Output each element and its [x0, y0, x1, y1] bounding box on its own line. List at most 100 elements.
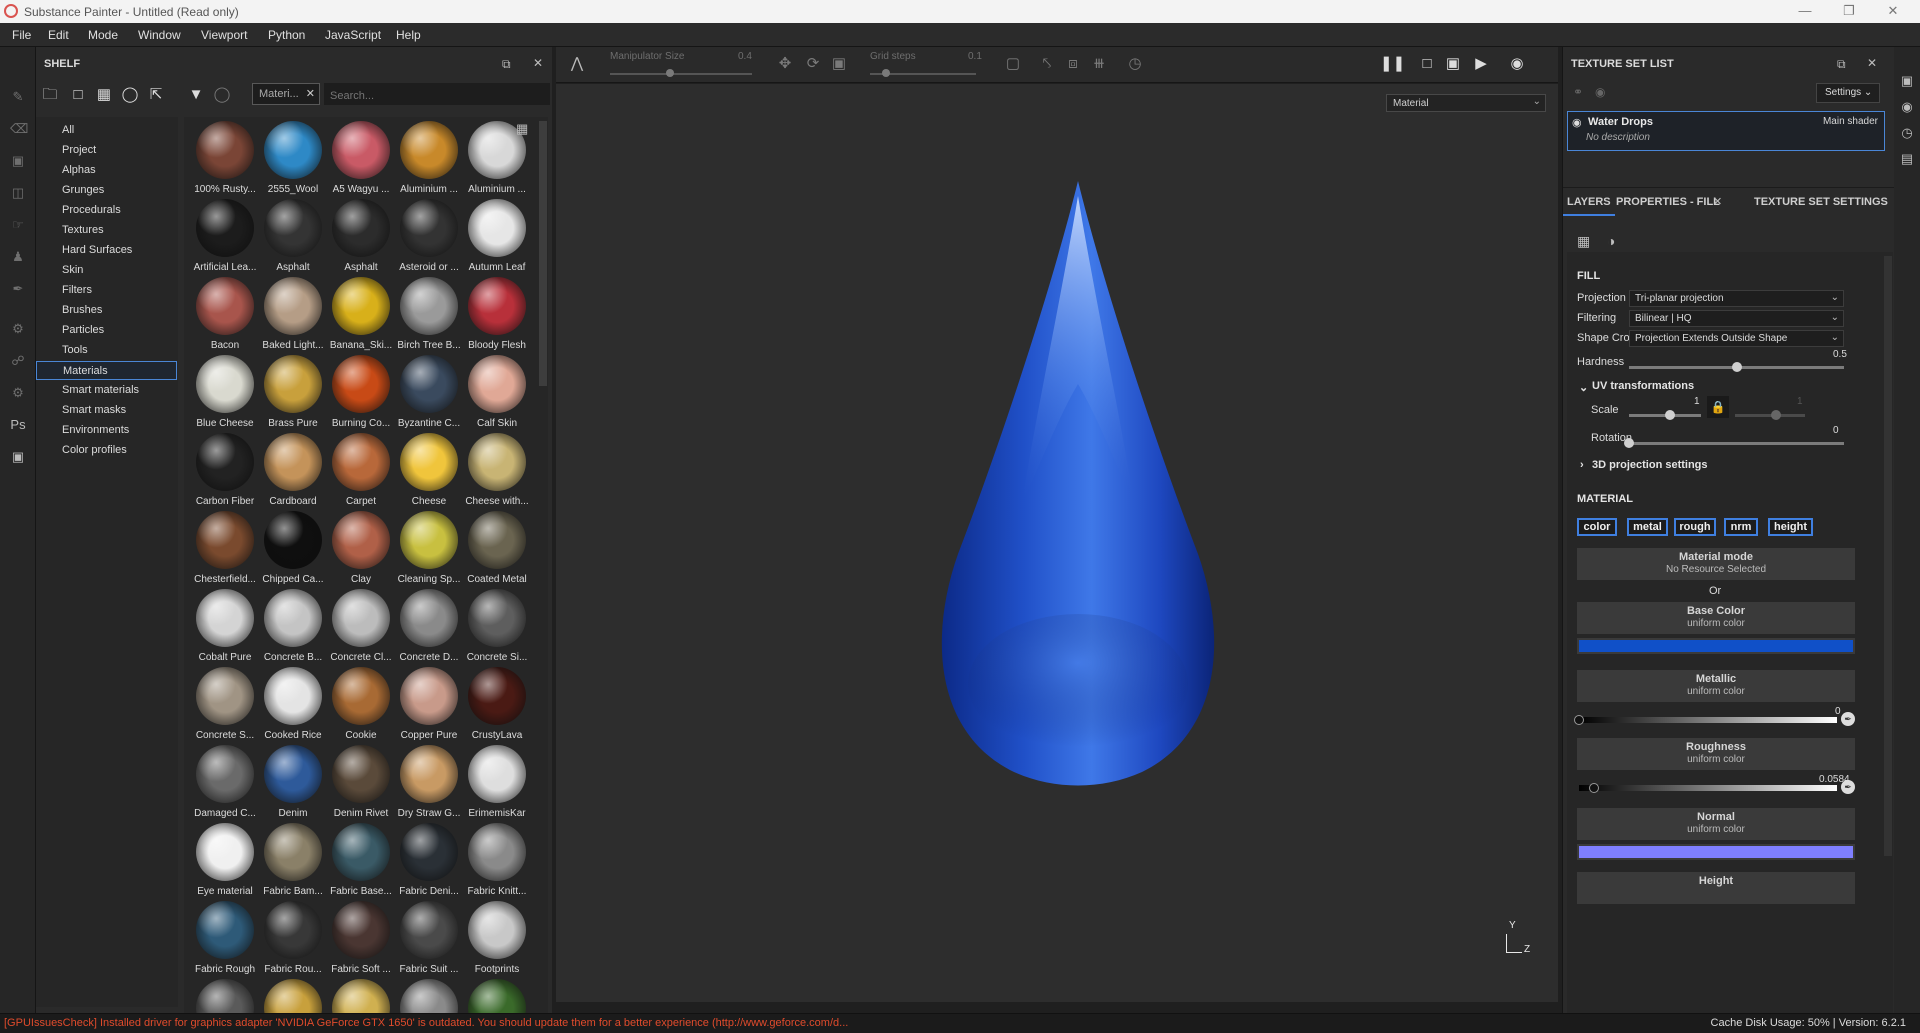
category-project[interactable]: Project	[36, 141, 177, 160]
material-tile[interactable]: Fabric Suit ...	[390, 901, 458, 979]
material-tile[interactable]: Cobalt Pure	[186, 589, 254, 667]
filter-chip[interactable]: Materi... ✕	[252, 83, 320, 105]
shader-settings-icon[interactable]: ◉	[1899, 99, 1915, 115]
material-tile[interactable]: Fabric Bam...	[254, 823, 323, 901]
hide-icon[interactable]: ◯	[120, 85, 140, 105]
material-tile[interactable]: ErimemisKar	[458, 745, 526, 823]
material-tile[interactable]: Cooked Rice	[254, 667, 322, 745]
photoshop-icon[interactable]: Ps	[10, 417, 26, 433]
grid-view-icon[interactable]: ▦	[516, 121, 528, 137]
material-tile[interactable]: Asteroid or ...	[390, 199, 459, 277]
cube-icon[interactable]: ▢	[1004, 55, 1022, 73]
roughness-knob[interactable]	[1589, 783, 1600, 793]
material-tile[interactable]: Cheese with...	[458, 433, 529, 511]
rotate-icon[interactable]: ⟳	[804, 55, 822, 73]
history-icon[interactable]: ◷	[1126, 55, 1144, 73]
align-icon[interactable]: ⤣	[1038, 55, 1056, 73]
scale-value[interactable]: 1	[1694, 396, 1700, 407]
shelf-search-input[interactable]	[324, 83, 550, 105]
category-textures[interactable]: Textures	[36, 221, 177, 240]
visibility-icon[interactable]: ◉	[1595, 85, 1605, 99]
material-tile[interactable]: Blue Cheese	[186, 355, 254, 433]
channel-height-toggle[interactable]: height	[1768, 518, 1813, 536]
send-to-icon[interactable]: ▣	[10, 449, 26, 465]
material-tile[interactable]: Fabric Base...	[322, 823, 392, 901]
status-error-message[interactable]: [GPUIssuesCheck] Installed driver for gr…	[4, 1017, 1104, 1029]
scale-knob[interactable]	[1665, 410, 1675, 420]
material-tile[interactable]: Asphalt	[254, 199, 322, 277]
tsl-close-icon[interactable]: ✕	[1867, 56, 1877, 70]
material-tile[interactable]: Footprints	[458, 901, 526, 979]
rotation-slider[interactable]	[1629, 442, 1844, 445]
tab-layers[interactable]: LAYERS	[1567, 196, 1611, 208]
material-tile[interactable]: Cheese	[390, 433, 458, 511]
channel-nrm-toggle[interactable]: nrm	[1724, 518, 1758, 536]
pause-icon[interactable]: ❚❚	[1380, 55, 1405, 73]
material-tile[interactable]: 100% Rusty...	[186, 121, 256, 199]
channel-rough-toggle[interactable]: rough	[1674, 518, 1716, 536]
history-icon[interactable]: ◷	[1899, 125, 1915, 141]
tab-texture-set-settings[interactable]: TEXTURE SET SETTINGS	[1754, 196, 1888, 208]
minimize-icon[interactable]: —	[1792, 2, 1818, 20]
material-tile[interactable]: Bloody Flesh	[458, 277, 526, 355]
texture-set-item[interactable]: ◉ Water Drops Main shader No description	[1567, 111, 1885, 151]
material-tile[interactable]	[390, 979, 458, 1013]
material-tile[interactable]: Brass Pure	[254, 355, 322, 433]
tab-close-icon[interactable]: ✕	[1713, 195, 1722, 208]
category-skin[interactable]: Skin	[36, 261, 177, 280]
material-tile[interactable]: Aluminium ...	[390, 121, 458, 199]
material-tile[interactable]: Denim	[254, 745, 322, 823]
material-tile[interactable]: CrustyLava	[458, 667, 526, 745]
material-tile[interactable]: Fabric Knitt...	[458, 823, 526, 901]
material-tile[interactable]: Eye material	[186, 823, 254, 901]
menu-file[interactable]: File	[12, 28, 31, 42]
maximize-icon[interactable]: ❐	[1836, 2, 1862, 20]
undock-icon[interactable]: ⧉	[502, 57, 511, 72]
category-grunges[interactable]: Grunges	[36, 181, 177, 200]
category-smart-materials[interactable]: Smart materials	[36, 381, 177, 400]
uv-transform-chevron-icon[interactable]: ⌄	[1579, 381, 1588, 394]
lock-icon[interactable]: 🔒	[1707, 396, 1729, 418]
roughness-slot[interactable]: Roughness uniform color	[1577, 738, 1855, 770]
material-tile[interactable]: Copper Pure	[390, 667, 458, 745]
material-tile[interactable]: Cleaning Sp...	[390, 511, 460, 589]
material-tile[interactable]: Coated Metal	[458, 511, 527, 589]
projection-select[interactable]: Tri-planar projection ⌄	[1629, 290, 1844, 307]
material-tile[interactable]: Chipped Ca...	[254, 511, 324, 589]
material-tile[interactable]	[322, 979, 390, 1013]
filtering-select[interactable]: Bilinear | HQ ⌄	[1629, 310, 1844, 327]
crop-icon[interactable]: ⋀	[568, 55, 586, 73]
material-tile[interactable]: Concrete B...	[254, 589, 322, 667]
height-slot[interactable]: Height	[1577, 872, 1855, 904]
3d-projection-settings-heading[interactable]: 3D projection settings	[1592, 459, 1708, 471]
material-tile[interactable]: Bacon	[186, 277, 254, 355]
category-hard-surfaces[interactable]: Hard Surfaces	[36, 241, 177, 260]
metallic-knob[interactable]	[1574, 715, 1584, 725]
manipulator-size-slider[interactable]	[610, 73, 752, 75]
grid-steps-knob[interactable]	[882, 69, 890, 77]
view-2d-icon[interactable]: □	[1418, 55, 1436, 73]
base-color-swatch[interactable]	[1577, 638, 1855, 654]
category-tools[interactable]: Tools	[36, 341, 177, 360]
metallic-slot[interactable]: Metallic uniform color	[1577, 670, 1855, 702]
category-smart-masks[interactable]: Smart masks	[36, 401, 177, 420]
mirror-icon[interactable]: ⧈	[1064, 55, 1082, 73]
tsl-settings-button[interactable]: Settings ⌄	[1816, 83, 1880, 103]
category-environments[interactable]: Environments	[36, 421, 177, 440]
folder-icon[interactable]: 🗀	[40, 85, 60, 105]
hardness-knob[interactable]	[1731, 362, 1742, 372]
material-tile[interactable]: Damaged C...	[186, 745, 256, 823]
bake-icon[interactable]: ⚙	[10, 321, 26, 337]
shelf-close-icon[interactable]: ✕	[533, 56, 543, 70]
material-tile[interactable]: Birch Tree B...	[390, 277, 461, 355]
import-icon[interactable]: ⇱	[146, 85, 166, 105]
color-picker-icon[interactable]: ✒	[10, 281, 26, 297]
settings-icon[interactable]: ⚙	[10, 385, 26, 401]
uv-transformations-heading[interactable]: UV transformations	[1592, 380, 1694, 392]
view-3d-icon[interactable]: ▣	[1444, 55, 1462, 73]
material-tile[interactable]: A5 Wagyu ...	[322, 121, 390, 199]
base-color-slot[interactable]: Base Color uniform color	[1577, 602, 1855, 634]
normal-slot[interactable]: Normal uniform color	[1577, 808, 1855, 840]
chip-close-icon[interactable]: ✕	[306, 87, 315, 100]
smudge-icon[interactable]: ☞	[10, 217, 26, 233]
